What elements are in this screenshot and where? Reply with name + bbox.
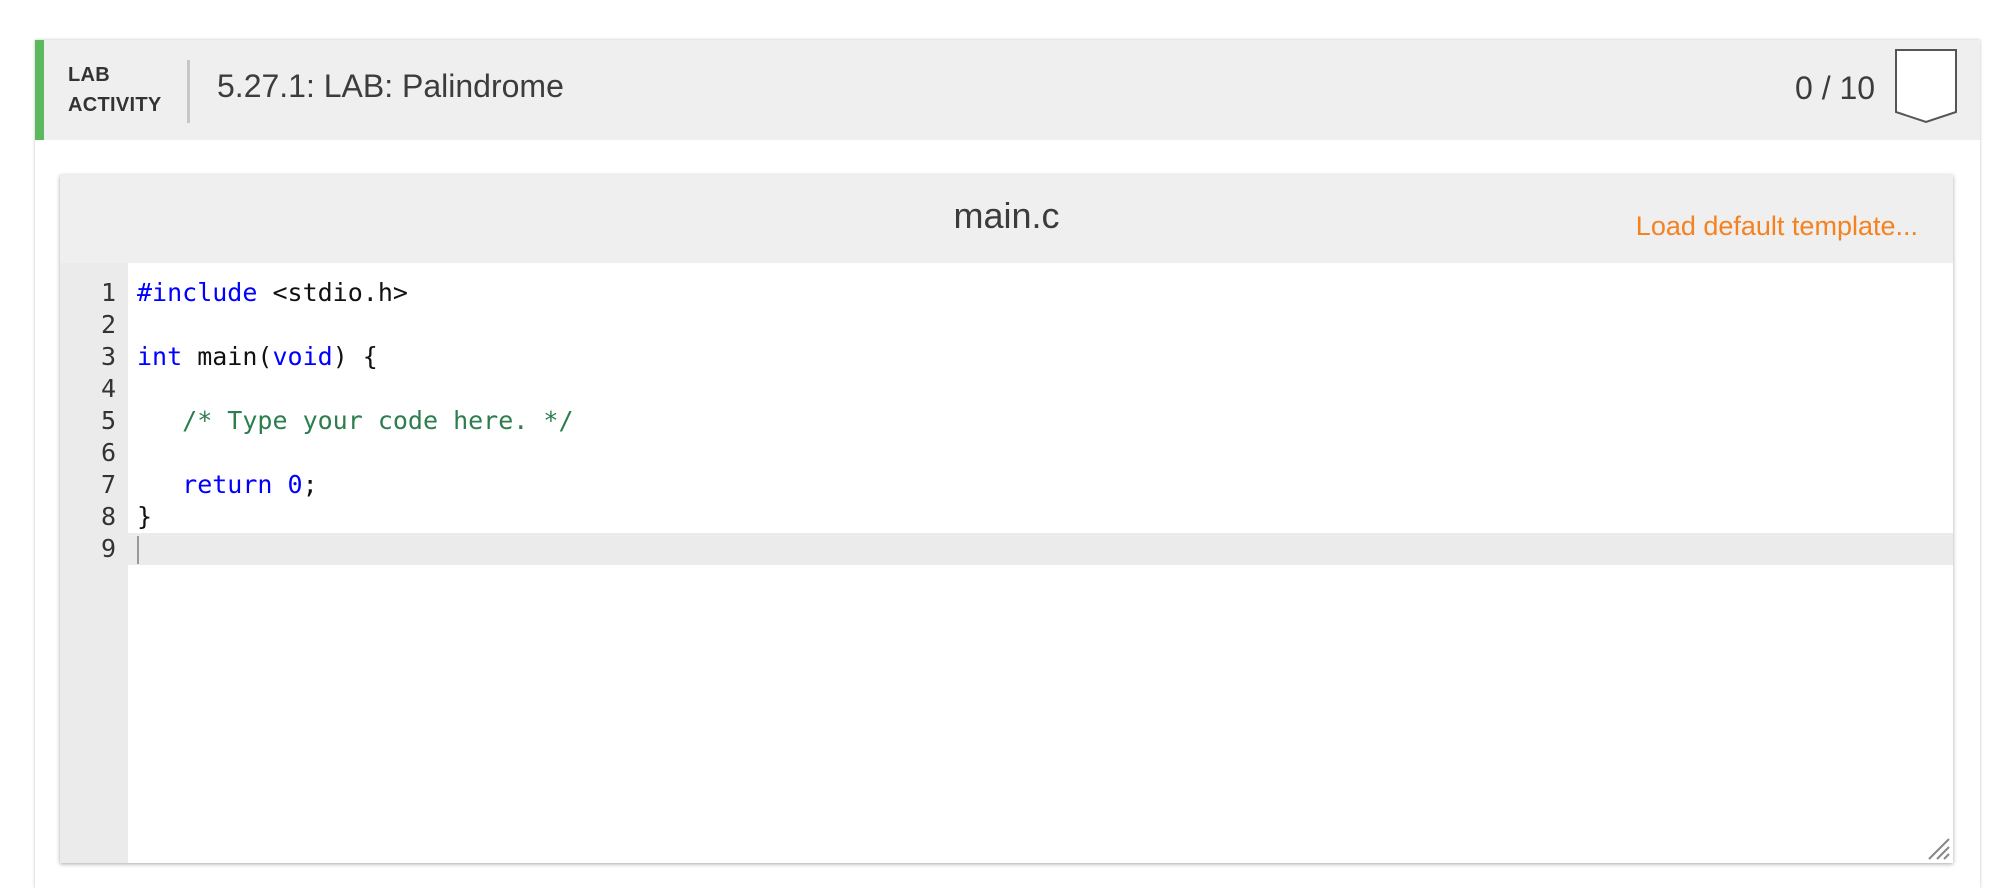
code-text: return 0; <box>137 469 318 501</box>
code-text <box>137 533 139 565</box>
line-number: 8 <box>100 502 116 531</box>
text-cursor <box>137 536 139 564</box>
line-number: 5 <box>100 406 116 435</box>
code-line[interactable]: 4 <box>60 373 1953 405</box>
code-token: main( <box>182 342 273 371</box>
line-number: 3 <box>100 342 116 371</box>
load-default-template-link[interactable]: Load default template... <box>1636 211 1918 242</box>
activity-type-line1: LAB <box>68 64 111 86</box>
code-token: int <box>137 342 183 371</box>
code-token: ; <box>302 470 318 499</box>
code-token: void <box>272 342 333 371</box>
code-line[interactable]: 1 #include <stdio.h> <box>60 277 1953 309</box>
header-separator <box>187 60 190 123</box>
line-number: 2 <box>100 310 116 339</box>
code-token: 0 <box>287 470 303 499</box>
activity-title: 5.27.1: LAB: Palindrome <box>217 68 564 104</box>
code-editor: main.c Load default template... 1 #includ… <box>60 175 1953 863</box>
code-line[interactable]: 9 <box>60 533 1953 565</box>
line-number: 4 <box>100 374 116 403</box>
activity-type-line2: ACTIVITY <box>68 94 162 116</box>
code-token: <stdio.h> <box>257 278 408 307</box>
activity-accent-bar <box>35 40 44 140</box>
code-line[interactable]: 7 return 0; <box>60 469 1953 501</box>
activity-header: LAB ACTIVITY 5.27.1: LAB: Palindrome 0 /… <box>35 40 1980 140</box>
resize-handle-icon[interactable] <box>1925 835 1951 861</box>
activity-type-label: LAB ACTIVITY <box>68 60 162 120</box>
code-token: } <box>137 502 153 531</box>
line-number: 7 <box>100 470 116 499</box>
code-token: /* Type your code here. */ <box>182 406 574 435</box>
code-text: #include <stdio.h> <box>137 277 408 309</box>
code-input-area[interactable]: 1 #include <stdio.h> 2 3 int main(void) { 4 5 … <box>60 263 1953 863</box>
score-badge-icon <box>1895 49 1957 124</box>
code-text: int main(void) { <box>137 341 378 373</box>
code-text: } <box>137 501 152 533</box>
code-token: #include <box>137 278 258 307</box>
editor-file-bar: main.c Load default template... <box>60 175 1953 263</box>
line-number: 6 <box>100 438 116 467</box>
lab-activity-card: LAB ACTIVITY 5.27.1: LAB: Palindrome 0 /… <box>35 40 1980 888</box>
code-token: return <box>182 470 273 499</box>
activity-score: 0 / 10 <box>1795 70 1876 106</box>
code-line[interactable]: 8} <box>60 501 1953 533</box>
line-number: 9 <box>100 534 116 563</box>
code-line[interactable]: 2 <box>60 309 1953 341</box>
code-line[interactable]: 5 /* Type your code here. */ <box>60 405 1953 437</box>
page-top-strip <box>0 0 1996 14</box>
code-text: /* Type your code here. */ <box>137 405 574 437</box>
code-line[interactable]: 6 <box>60 437 1953 469</box>
line-number: 1 <box>100 278 116 307</box>
code-line[interactable]: 3 int main(void) { <box>60 341 1953 373</box>
code-token: ) { <box>332 342 378 371</box>
